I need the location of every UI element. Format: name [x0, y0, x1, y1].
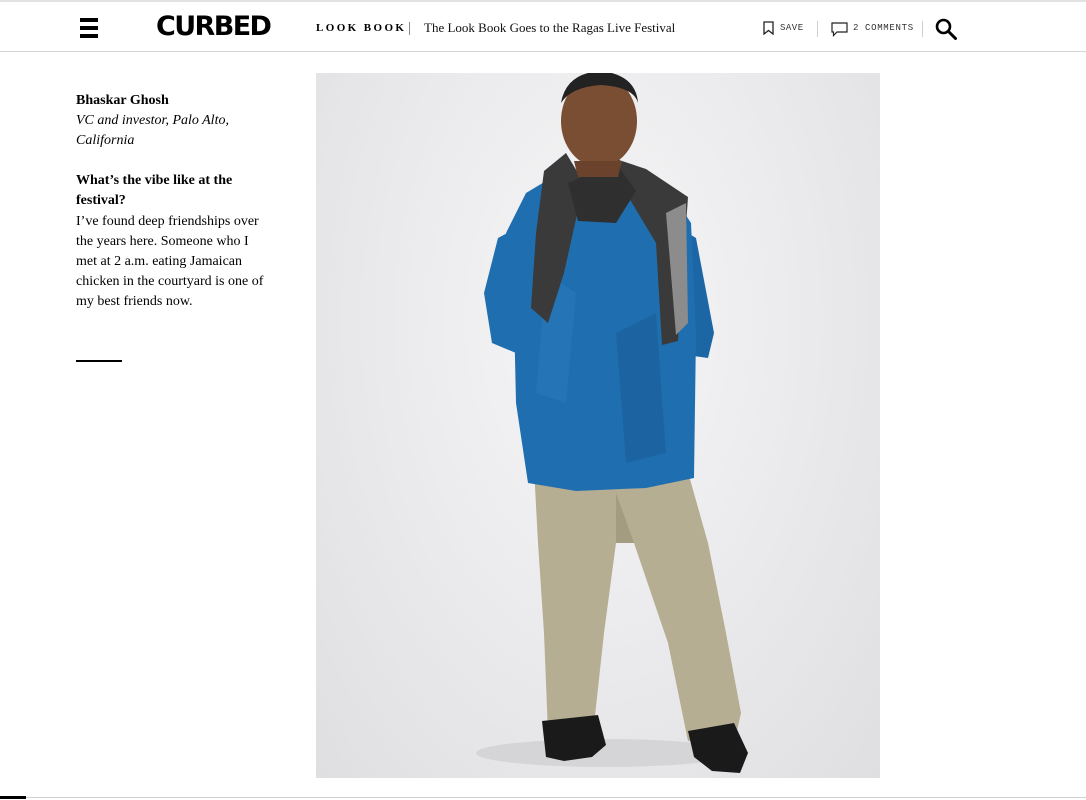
comments-label: COMMENTS — [865, 23, 914, 33]
comments-count: 2 — [853, 23, 859, 33]
person-name: Bhaskar Ghosh — [76, 93, 169, 108]
header-divider — [922, 21, 923, 37]
comment-bubble-icon — [831, 22, 848, 37]
search-button[interactable] — [934, 17, 958, 41]
header-divider — [817, 21, 818, 37]
story-title-link[interactable]: The Look Book Goes to the Ragas Live Fes… — [424, 20, 675, 36]
interview-question: What’s the vibe like at the festival? — [76, 173, 233, 208]
hamburger-menu-icon[interactable] — [80, 18, 98, 40]
top-navigation-bar: CURBED LOOK BOOK The Look Book Goes to t… — [0, 0, 1086, 52]
search-icon — [935, 18, 957, 40]
section-kicker-link[interactable]: LOOK BOOK — [316, 22, 406, 34]
person-role: VC and investor, Palo Alto, California — [76, 113, 229, 148]
save-label: SAVE — [780, 23, 804, 33]
bookmark-icon — [763, 21, 774, 35]
interview-answer: I’ve found deep friendships over the yea… — [76, 214, 264, 309]
reading-progress-bar — [0, 796, 26, 799]
curbed-logo[interactable]: CURBED — [156, 13, 272, 41]
footer-divider — [0, 797, 1086, 798]
kicker-divider — [409, 22, 410, 35]
person-illustration — [476, 73, 748, 773]
portrait-photo — [316, 73, 880, 778]
section-divider — [76, 360, 122, 362]
